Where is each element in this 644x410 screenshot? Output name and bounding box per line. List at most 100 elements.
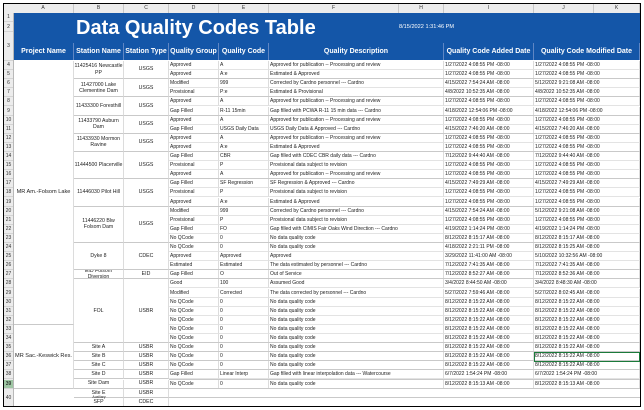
row-number-40[interactable]: 40: [4, 389, 13, 406]
station-name: 11433790 Auburn Dam: [74, 115, 124, 134]
header-added-date[interactable]: Quality Code Added Date: [444, 43, 534, 60]
row-number-15[interactable]: 15: [4, 161, 13, 171]
column-letter-c[interactable]: C: [124, 4, 169, 13]
row-number-28[interactable]: 28: [4, 279, 13, 289]
header-station-name[interactable]: Station Name: [74, 43, 124, 60]
row-number-10[interactable]: 10: [4, 116, 13, 125]
row-number-4[interactable]: 4: [4, 61, 13, 71]
cell-code: P: [219, 188, 269, 198]
cell-added: 8/12/2022 8:15:22 AM -08:00: [444, 306, 534, 316]
row-number-24[interactable]: 24: [4, 243, 13, 253]
cell-group: Modified: [169, 288, 219, 298]
header-station-type[interactable]: Station Type: [124, 43, 169, 60]
station-type: USGS: [124, 79, 169, 98]
column-letter-h[interactable]: H: [399, 4, 444, 13]
row-number-33[interactable]: 33: [4, 325, 13, 334]
row-number-19[interactable]: 19: [4, 198, 13, 207]
station-type: USBR: [124, 370, 169, 380]
cell-code: P: [219, 161, 269, 171]
row-number-8[interactable]: 8: [4, 97, 13, 107]
cell-modified: 5/12/2022 9:21:08 AM -08:00: [534, 79, 640, 89]
column-letter-f[interactable]: F: [269, 4, 399, 13]
row-number-6[interactable]: 6: [4, 79, 13, 89]
cell-code: A: [219, 115, 269, 125]
column-letter-j[interactable]: J: [534, 4, 594, 13]
cell-description: Assumed Good: [269, 279, 444, 289]
row-number-18[interactable]: 18: [4, 188, 13, 198]
column-letter-e[interactable]: E: [219, 4, 269, 13]
column-letter-a[interactable]: A: [13, 4, 74, 13]
column-letter-k[interactable]: K: [594, 4, 640, 13]
cell-description: Approved for publication -- Processing a…: [269, 97, 444, 107]
row-number-25[interactable]: 25: [4, 252, 13, 262]
column-letter-d[interactable]: D: [169, 4, 219, 13]
row-number-13[interactable]: 13: [4, 143, 13, 152]
station-type: USGS: [124, 97, 169, 116]
station-type: USGS: [124, 133, 169, 152]
cell-description: Provisional data subject to revision: [269, 161, 444, 171]
row-number-27[interactable]: 27: [4, 270, 13, 280]
cell-modified: 7/12/2022 9:44:40 AM -08:00: [534, 152, 640, 162]
cell-description: Corrected by Cardno personnel --- Cardno: [269, 79, 444, 89]
station-name: 11433300 Foresthill: [74, 97, 124, 116]
row-number-31[interactable]: 31: [4, 307, 13, 316]
cell-modified: 1/27/2022 4:08:55 PM -08:00: [534, 115, 640, 125]
row-number-37[interactable]: 37: [4, 361, 13, 371]
column-letter-i[interactable]: I: [444, 4, 534, 13]
station-type: USGS: [124, 152, 169, 180]
cell-group: No QCode: [169, 297, 219, 307]
row-number-5[interactable]: 5: [4, 70, 13, 80]
station-type: USGS: [124, 115, 169, 134]
station-group-divider: [169, 151, 640, 152]
row-number-35[interactable]: 35: [4, 343, 13, 353]
header-project-name[interactable]: Project Name: [14, 43, 74, 60]
row-number-26[interactable]: 26: [4, 261, 13, 271]
row-number-21[interactable]: 21: [4, 216, 13, 225]
row-number-34[interactable]: 34: [4, 334, 13, 344]
row-number-1[interactable]: 1: [4, 13, 13, 22]
row-number-12[interactable]: 12: [4, 134, 13, 143]
header-quality-description[interactable]: Quality Description: [269, 43, 444, 60]
row-number-16[interactable]: 16: [4, 170, 13, 180]
station-name: 11425416 Newcastle PP: [74, 61, 124, 80]
active-cell-selection[interactable]: [534, 352, 640, 363]
cell-description: Gap filled with CDEC CBR daily data --- …: [269, 152, 444, 162]
row-number-20[interactable]: 20: [4, 207, 13, 216]
row-number-7[interactable]: 7: [4, 88, 13, 98]
station-name: 11446030 Pilot Hill: [74, 179, 124, 207]
row-number-30[interactable]: 30: [4, 298, 13, 307]
column-letter-b[interactable]: B: [74, 4, 124, 13]
row-number-36[interactable]: 36: [4, 352, 13, 362]
header-modified-date[interactable]: Quality Code Modified Date: [534, 43, 640, 60]
cell-code: Corrected: [219, 288, 269, 298]
station-group-divider: [169, 242, 640, 243]
cell-code: A: [219, 61, 269, 71]
row-number-3[interactable]: 3: [4, 32, 13, 61]
header-quality-code[interactable]: Quality Code: [219, 43, 269, 60]
station-type: USBR: [124, 388, 169, 398]
station-type: CDEC: [124, 397, 169, 406]
row-number-14[interactable]: 14: [4, 152, 13, 162]
header-quality-group[interactable]: Quality Group: [169, 43, 219, 60]
cell-code: 0: [219, 306, 269, 316]
cell-description: Provisional data subject to revision: [269, 215, 444, 225]
row-number-32[interactable]: 32: [4, 316, 13, 325]
row-number-39[interactable]: 39: [4, 379, 13, 389]
cell-description: Provisional data subject to revision: [269, 188, 444, 198]
cell-group: Approved: [169, 97, 219, 107]
row-number-2[interactable]: 2: [4, 22, 13, 32]
row-number-38[interactable]: 38: [4, 370, 13, 380]
cell-description: SF Regression & Approved --- Cardno: [269, 179, 444, 189]
row-number-17[interactable]: 17: [4, 179, 13, 189]
row-number-9[interactable]: 9: [4, 107, 13, 116]
station-type: CDEC: [124, 243, 169, 271]
row-number-29[interactable]: 29: [4, 289, 13, 298]
station-group-divider: [169, 269, 640, 271]
station-type: EID: [124, 270, 169, 280]
row-number-23[interactable]: 23: [4, 234, 13, 243]
row-number-11[interactable]: 11: [4, 125, 13, 134]
row-number-22[interactable]: 22: [4, 225, 13, 234]
row-header-bar: 1 2 3 4 5 6 7 8 9 10 11 12 13 14 15 16 17 18 19 20 21 22 23 24 2…: [4, 13, 14, 406]
station-type: USBR: [124, 379, 169, 389]
cell-group: Provisional: [169, 161, 219, 171]
